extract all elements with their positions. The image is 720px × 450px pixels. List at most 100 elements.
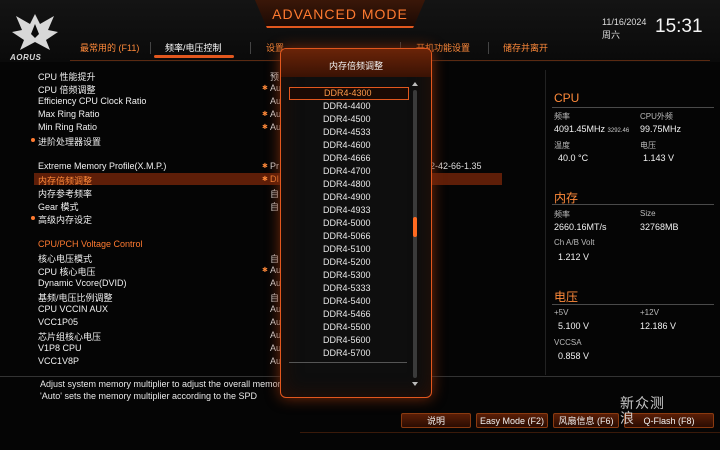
dropdown-option[interactable]: DDR4-4533 xyxy=(289,126,409,139)
dropdown-option[interactable]: DDR4-5066 xyxy=(289,230,409,243)
voltage-heading: 电压 xyxy=(554,290,579,304)
dropdown-option[interactable]: DDR4-4800 xyxy=(289,178,409,191)
modified-star-icon: ✱ xyxy=(262,111,268,118)
setting-cpu-ratio-boost-value[interactable]: 预 xyxy=(270,70,279,83)
setting-mem-ref-freq-value[interactable]: 自 xyxy=(270,187,279,200)
memory-multiplier-dropdown: 内存倍频调整 DDR4-4300 DDR4-4400 DDR4-4500 DDR… xyxy=(280,48,432,398)
dropdown-option[interactable]: DDR4-5300 xyxy=(289,269,409,282)
cpu-rule xyxy=(552,107,714,108)
help-text-line2: 'Auto' sets the memory multiplier accord… xyxy=(40,391,258,401)
setting-efficiency-ratio[interactable]: Efficiency CPU Clock Ratio xyxy=(38,96,146,106)
panel-divider xyxy=(545,70,546,375)
cpu-bclk-label: CPU外频 xyxy=(640,112,673,121)
dropdown-option[interactable]: DDR4-4400 xyxy=(289,100,409,113)
dropdown-option-selected[interactable]: DDR4-4300 xyxy=(289,87,409,100)
dropdown-option[interactable]: DDR4-4700 xyxy=(289,165,409,178)
dropdown-option[interactable]: DDR4-5100 xyxy=(289,243,409,256)
setting-cpu-ratio[interactable]: CPU 倍频调整 xyxy=(38,83,96,96)
tab-save-exit[interactable]: 储存并离开 xyxy=(503,41,548,54)
tab-frequency-voltage[interactable]: 频率/电压控制 xyxy=(165,41,222,54)
weekday-display: 周六 xyxy=(602,30,621,40)
submenu-advanced-cpu[interactable]: 进阶处理器设置 xyxy=(38,135,101,148)
setting-xmp[interactable]: Extreme Memory Profile(X.M.P.) xyxy=(38,161,166,171)
fan-info-button[interactable]: 风扇信息 (F6) xyxy=(553,413,619,428)
modified-star-icon: ✱ xyxy=(262,124,268,131)
help-text-line1: Adjust system memory multiplier to adjus… xyxy=(40,379,315,389)
dropdown-scroll-thumb[interactable] xyxy=(413,217,417,237)
setting-vcc1v8p[interactable]: VCC1V8P xyxy=(38,356,79,366)
setting-cpu-vcore[interactable]: CPU 核心电压 xyxy=(38,265,96,278)
active-tab-indicator xyxy=(154,55,234,58)
setting-mem-multiplier-value[interactable]: DI xyxy=(270,174,279,184)
scroll-down-arrow-icon[interactable] xyxy=(412,382,418,386)
dropdown-option[interactable]: DDR4-5400 xyxy=(289,295,409,308)
tab-divider xyxy=(150,42,151,54)
voltage-vccsa-value: 0.858 V xyxy=(558,351,590,361)
dropdown-option-list: DDR4-4300 DDR4-4400 DDR4-4500 DDR4-4533 … xyxy=(289,87,409,360)
setting-v1p8-cpu[interactable]: V1P8 CPU xyxy=(38,343,82,353)
easy-mode-button[interactable]: Easy Mode (F2) xyxy=(476,413,548,428)
setting-gear-mode-value[interactable]: 自 xyxy=(270,200,279,213)
cpu-freq-value: 4091.45MHz 3292.46 xyxy=(554,124,630,134)
tab-favorites[interactable]: 最常用的 (F11) xyxy=(80,41,139,54)
tab-divider xyxy=(488,42,489,54)
cpu-temp-value: 40.0 °C xyxy=(558,153,589,163)
watermark-brand: 众测 xyxy=(635,395,665,411)
cpu-temp-label: 温度 xyxy=(554,141,570,150)
setting-bclk-ratio-value[interactable]: 自 xyxy=(270,291,279,304)
footer-rule xyxy=(300,432,720,433)
dropdown-option[interactable]: DDR4-5200 xyxy=(289,256,409,269)
voltage-vccsa-label: VCCSA xyxy=(554,338,582,347)
setting-vcc1p05[interactable]: VCC1P05 xyxy=(38,317,78,327)
scroll-up-arrow-icon[interactable] xyxy=(412,82,418,86)
cpu-freq-sub: 3292.46 xyxy=(607,128,630,134)
voltage-5v-label: +5V xyxy=(554,308,569,317)
xmp-timing-tail: 2-42-66-1.35 xyxy=(430,161,482,171)
help-button[interactable]: 说明 xyxy=(401,413,471,428)
dropdown-option[interactable]: DDR4-5500 xyxy=(289,321,409,334)
setting-pch-core-voltage[interactable]: 芯片组核心电压 xyxy=(38,330,101,343)
tab-divider xyxy=(250,42,251,54)
setting-gear-mode[interactable]: Gear 模式 xyxy=(38,200,79,213)
voltage-12v-label: +12V xyxy=(640,308,659,317)
dropdown-option[interactable]: DDR4-4600 xyxy=(289,139,409,152)
setting-cpu-ratio-boost[interactable]: CPU 性能提升 xyxy=(38,70,96,83)
modified-star-icon: ✱ xyxy=(262,85,268,92)
dropdown-option[interactable]: DDR4-5600 xyxy=(289,334,409,347)
dropdown-title: 内存倍频调整 xyxy=(328,61,383,71)
setting-mem-ref-freq[interactable]: 内存参考频率 xyxy=(38,187,92,200)
setting-core-voltage-mode-value[interactable]: 自 xyxy=(270,252,279,265)
dropdown-bottom-rule xyxy=(289,362,407,363)
cpu-volt-value: 1.143 V xyxy=(643,153,675,163)
dropdown-option[interactable]: DDR4-4933 xyxy=(289,204,409,217)
dropdown-option[interactable]: DDR4-5700 xyxy=(289,347,409,360)
submenu-advanced-memory[interactable]: 高级内存设定 xyxy=(38,213,92,226)
dropdown-option[interactable]: DDR4-5466 xyxy=(289,308,409,321)
date-display: 11/16/2024 xyxy=(602,17,647,27)
watermark-char-2: 浪 xyxy=(620,410,635,426)
dropdown-option[interactable]: DDR4-4500 xyxy=(289,113,409,126)
setting-min-ring[interactable]: Min Ring Ratio xyxy=(38,122,97,132)
watermark: 新众测 浪 xyxy=(620,396,665,426)
setting-xmp-value[interactable]: Pr xyxy=(270,161,279,171)
dropdown-option[interactable]: DDR4-4666 xyxy=(289,152,409,165)
logo-text: AORUS xyxy=(10,53,42,62)
modified-star-icon: ✱ xyxy=(262,267,268,274)
voltage-12v-value: 12.186 V xyxy=(640,321,677,331)
setting-mem-multiplier[interactable]: 内存倍频调整 xyxy=(38,174,92,187)
setting-core-voltage-mode[interactable]: 核心电压模式 xyxy=(38,252,92,265)
setting-bclk-ratio[interactable]: 基频/电压比例调整 xyxy=(38,291,113,304)
cpu-bclk-value: 99.75MHz xyxy=(640,124,682,134)
memory-freq-label: 频率 xyxy=(554,210,570,219)
setting-vccin-aux[interactable]: CPU VCCIN AUX xyxy=(38,304,108,314)
setting-max-ring[interactable]: Max Ring Ratio xyxy=(38,109,100,119)
memory-volt-value: 1.212 V xyxy=(558,252,590,262)
dropdown-option[interactable]: DDR4-4900 xyxy=(289,191,409,204)
cpu-heading: CPU xyxy=(554,91,580,105)
dropdown-option[interactable]: DDR4-5000 xyxy=(289,217,409,230)
dropdown-option[interactable]: DDR4-5333 xyxy=(289,282,409,295)
cpu-volt-label: 电压 xyxy=(640,141,656,150)
memory-rule xyxy=(552,204,714,205)
memory-freq-value: 2660.16MT/s xyxy=(554,222,607,232)
setting-dvid[interactable]: Dynamic Vcore(DVID) xyxy=(38,278,127,288)
